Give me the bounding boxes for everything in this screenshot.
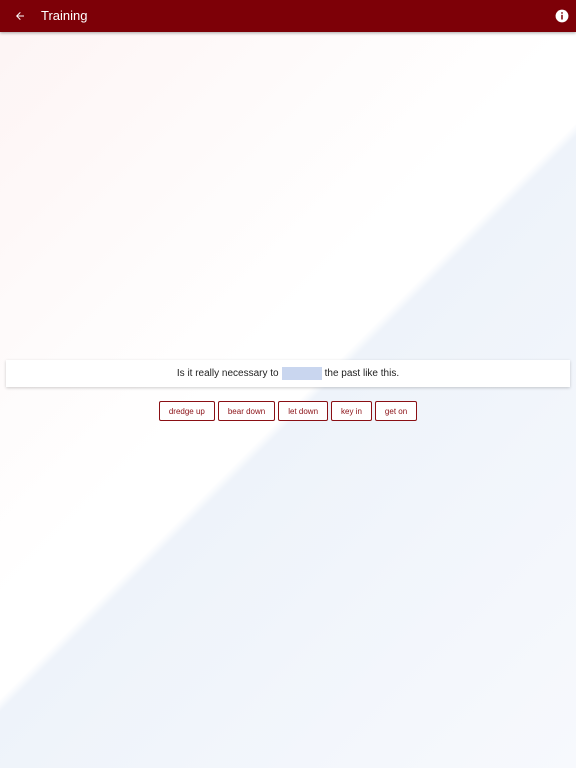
option-button[interactable]: get on [374, 401, 418, 421]
info-button[interactable] [555, 9, 569, 23]
sentence-after: the past like this. [324, 368, 400, 379]
option-button[interactable]: let down [278, 401, 329, 421]
info-circle-icon [555, 9, 569, 23]
app-bar: Training [0, 0, 576, 32]
option-button[interactable]: key in [331, 401, 372, 421]
answer-blank[interactable] [281, 367, 322, 380]
sentence-before: Is it really necessary to [176, 368, 279, 379]
option-button[interactable]: bear down [217, 401, 276, 421]
sentence-card: Is it really necessary to the past like … [6, 360, 570, 387]
option-button[interactable]: dredge up [158, 401, 215, 421]
back-button[interactable] [10, 6, 30, 26]
arrow-left-icon [16, 12, 24, 20]
answer-options: dredge up bear down let down key in get … [0, 401, 576, 421]
page-title: Training [41, 8, 88, 23]
